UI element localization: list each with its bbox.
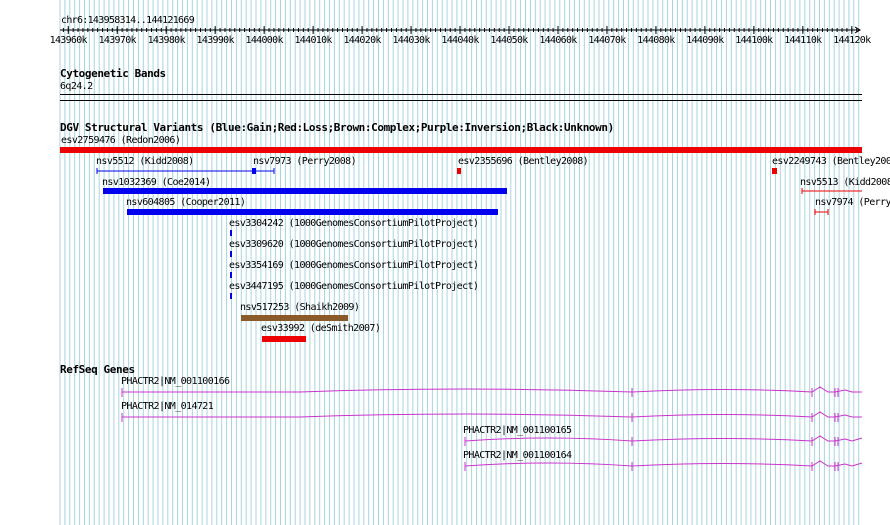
dgv-track-title[interactable]: DGV Structural Variants (Blue:Gain;Red:L… — [60, 121, 614, 134]
ruler-tick-label: 144100k — [735, 35, 773, 46]
dgv-feature-label[interactable]: esv2759476 (Redon2006) — [61, 135, 181, 147]
ruler-tick-label: 144080k — [637, 35, 675, 46]
ruler-tick-label: 143970k — [98, 35, 137, 46]
dgv-feature-row-3 — [814, 209, 829, 215]
dgv-feature-row-2 — [801, 188, 862, 194]
ruler-tick-label: 144020k — [343, 35, 381, 46]
dgv-feature-bar[interactable] — [241, 315, 348, 321]
genome-browser-view: chr6:143958314..144121669 143960k 143970k… — [0, 0, 890, 525]
dgv-feature-label[interactable]: esv3354169 (1000GenomesConsortiumPilotPr… — [229, 260, 479, 272]
dgv-feature-bar[interactable] — [252, 168, 275, 174]
dgv-feature-label[interactable]: esv3447195 (1000GenomesConsortiumPilotPr… — [229, 281, 479, 293]
dgv-feature-label[interactable]: esv33992 (deSmith2007) — [261, 323, 381, 335]
dgv-feature-bar[interactable] — [96, 168, 255, 174]
ruler-tick-label: 144000k — [245, 35, 284, 46]
ruler-tick-label: 144040k — [441, 35, 479, 46]
ruler-tick-label: 143960k — [49, 35, 88, 46]
ruler-tick-label: 144010k — [294, 35, 332, 46]
dgv-feature-bar[interactable] — [60, 147, 862, 153]
cytoband-bar-bottom — [60, 100, 862, 101]
dgv-feature-bar[interactable] — [772, 168, 777, 174]
ruler-tick-label: 144030k — [392, 35, 430, 46]
dgv-feature-bar[interactable] — [262, 336, 306, 342]
dgv-feature-bar[interactable] — [230, 272, 232, 278]
dgv-feature-bar[interactable] — [230, 230, 232, 236]
refseq-track-title[interactable]: RefSeq Genes — [60, 363, 135, 376]
ruler-tick-label: 144070k — [588, 35, 626, 46]
dgv-feature-bar[interactable] — [801, 188, 862, 194]
ruler-tick-label: 143980k — [147, 35, 186, 46]
gene-model[interactable] — [121, 411, 862, 422]
gene-model[interactable] — [464, 460, 863, 471]
dgv-feature-row-1 — [96, 168, 777, 174]
dgv-feature-bar[interactable] — [814, 209, 829, 215]
cytoband-track-title[interactable]: Cytogenetic Bands — [60, 67, 166, 80]
ruler-tick-label: 144050k — [490, 35, 528, 46]
dgv-feature-label[interactable]: nsv517253 (Shaikh2009) — [240, 302, 360, 314]
cytoband-label[interactable]: 6q24.2 — [60, 81, 93, 93]
cytoband-bar-top — [60, 94, 862, 95]
dgv-feature-bar[interactable] — [230, 251, 232, 257]
dgv-feature-label[interactable]: esv3304242 (1000GenomesConsortiumPilotPr… — [229, 218, 479, 230]
ruler-tick-label: 144060k — [539, 35, 577, 46]
dgv-feature-label[interactable]: esv3309620 (1000GenomesConsortiumPilotPr… — [229, 239, 479, 251]
ruler-tick-label: 143990k — [196, 35, 235, 46]
ruler-tick-label: 144110k — [784, 35, 822, 46]
ruler-tick-label: 144120k — [833, 35, 871, 46]
gene-model[interactable] — [121, 386, 862, 397]
dgv-feature-bar[interactable] — [230, 293, 232, 299]
ruler-tick-label: 144090k — [686, 35, 724, 46]
dgv-feature-bar[interactable] — [457, 168, 461, 174]
gene-models — [121, 386, 863, 471]
gene-model[interactable] — [464, 435, 863, 446]
